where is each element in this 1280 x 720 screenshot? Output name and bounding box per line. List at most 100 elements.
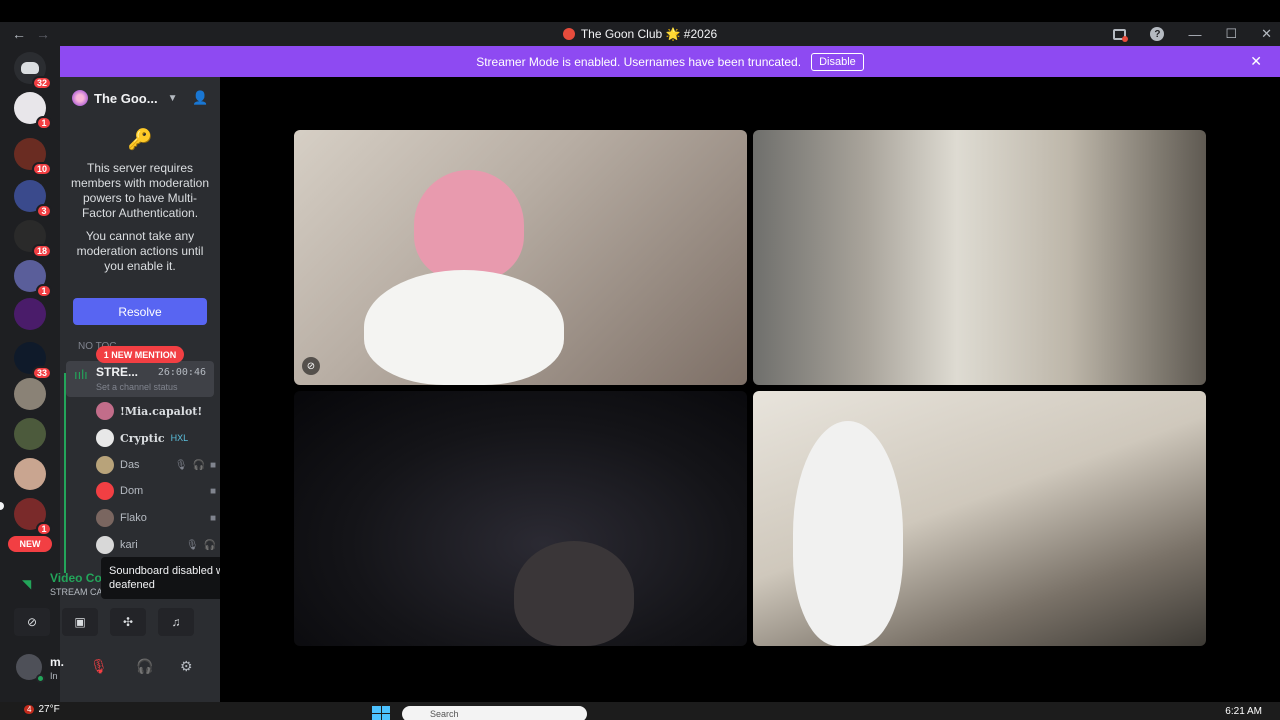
weather-widget[interactable]: 4 27°F — [24, 704, 60, 715]
weather-badge: 4 — [24, 705, 35, 714]
video-tile[interactable] — [753, 130, 1206, 385]
video-tile[interactable] — [753, 391, 1206, 646]
camera-off-button[interactable]: ⊘ — [14, 608, 50, 636]
server-header[interactable]: The Goo... ▼ 👤 — [60, 77, 220, 119]
server-icon-5[interactable]: 1 — [14, 260, 52, 298]
close-icon[interactable]: ✕ — [1250, 53, 1262, 70]
voice-member[interactable]: !Mia.capalot! — [96, 400, 216, 422]
mic-muted-icon[interactable]: 🎙 — [90, 658, 108, 675]
person-figure — [364, 270, 564, 385]
server-icon-4[interactable]: 18 — [14, 220, 52, 258]
new-mention-pill[interactable]: 1 NEW MENTION — [96, 346, 184, 363]
server-icon-9[interactable] — [14, 418, 46, 450]
camera-off-icon: ⊘ — [302, 357, 320, 375]
taskbar-search[interactable]: Search — [402, 706, 587, 720]
new-badge[interactable]: NEW — [8, 536, 52, 552]
discord-logo-icon — [21, 62, 39, 74]
voice-member[interactable]: kari 🎙 🎧 — [96, 534, 216, 556]
person-figure — [514, 541, 634, 646]
server-icon-7[interactable]: 33 — [14, 342, 52, 380]
voice-channel[interactable]: ıılı STRE... 26:00:46 Set a channel stat… — [66, 361, 214, 397]
discord-window: ← → The Goon Club 🌟 #2026 ? — ☐ ✕ 32 1 1… — [0, 0, 1280, 720]
avatar — [96, 456, 114, 474]
channel-status[interactable]: Set a channel status — [96, 382, 178, 392]
camera-icon: ■ — [209, 512, 216, 524]
soundboard-button[interactable]: ♫ — [158, 608, 194, 636]
unread-badge: 1 — [36, 116, 52, 130]
avatar — [96, 482, 114, 500]
member-name: Dom — [120, 485, 144, 497]
minimize-button[interactable]: — — [1188, 27, 1201, 42]
gear-icon[interactable]: ⚙ — [180, 658, 193, 675]
avatar — [96, 536, 114, 554]
close-button[interactable]: ✕ — [1261, 26, 1272, 42]
window-title-text: The Goon Club 🌟 #2026 — [580, 27, 718, 41]
server-icon-1[interactable]: 1 — [14, 92, 52, 130]
unread-badge: 1 — [36, 522, 52, 536]
member-status-icons: ■ — [210, 513, 216, 524]
unread-badge: 10 — [31, 162, 52, 176]
disable-button[interactable]: Disable — [811, 52, 864, 71]
voice-member[interactable]: Dom ■ — [96, 480, 216, 502]
member-name: Flako — [120, 512, 147, 524]
username: m. — [50, 655, 65, 669]
inbox-icon[interactable] — [1113, 28, 1129, 42]
signal-icon[interactable]: ◥ — [22, 577, 31, 591]
deafen-icon: 🎧 — [203, 539, 216, 551]
home-button[interactable]: 32 — [14, 52, 52, 90]
server-icon-10[interactable] — [14, 458, 46, 490]
help-icon[interactable]: ? — [1150, 27, 1165, 41]
mute-icon: 🎙 — [185, 539, 199, 551]
server-icon — [562, 28, 575, 40]
screen-share-button[interactable]: ▣ — [62, 608, 98, 636]
clock[interactable]: 6:21 AM — [1225, 706, 1262, 717]
invite-user-icon[interactable]: 👤 — [192, 90, 208, 106]
member-name: !Mia.capalot! — [120, 404, 203, 418]
start-icon[interactable] — [372, 706, 390, 720]
voice-member[interactable]: Flako ■ — [96, 507, 216, 529]
connection-channel[interactable]: STREAM CA — [50, 587, 103, 597]
server-icon-2[interactable]: 10 — [14, 138, 52, 176]
member-tag: HXL — [170, 433, 189, 443]
resolve-button[interactable]: Resolve — [73, 298, 207, 325]
server-icon-3[interactable]: 3 — [14, 180, 52, 218]
person-figure — [414, 170, 524, 280]
video-tile[interactable]: ⊘ — [294, 130, 747, 385]
selected-pill — [0, 502, 4, 510]
mfa-text: This server requires members with modera… — [70, 161, 210, 220]
member-name: Das — [120, 459, 140, 471]
member-name: Cryptic — [120, 431, 165, 445]
mfa-subtext: You cannot take any moderation actions u… — [76, 229, 204, 273]
window-controls: ? — ☐ ✕ — [1113, 22, 1272, 46]
member-status-icons: 🎙 🎧 — [186, 540, 216, 551]
voice-channel-name: STRE... — [96, 365, 139, 379]
maximize-button[interactable]: ☐ — [1225, 26, 1237, 42]
key-icon: 🔑 — [127, 129, 153, 151]
voice-actions: ⊘ ▣ ✣ ♫ — [14, 608, 206, 636]
person-figure — [793, 421, 903, 646]
avatar — [96, 509, 114, 527]
voice-member[interactable]: Cryptic HXL — [96, 427, 216, 449]
user-panel: m. In 🎙 🎧 ⚙ — [10, 650, 210, 690]
connection-status: Video Co — [50, 571, 102, 585]
window-title: The Goon Club 🌟 #2026 — [0, 22, 1280, 46]
voice-tree-line — [64, 373, 66, 573]
temperature: 27°F — [38, 704, 60, 715]
camera-icon: ■ — [209, 459, 216, 471]
streamer-mode-banner: Streamer Mode is enabled. Usernames have… — [60, 46, 1280, 77]
title-bar: ← → The Goon Club 🌟 #2026 ? — ☐ ✕ — [0, 22, 1280, 46]
server-icon-6[interactable] — [14, 298, 46, 330]
voice-member[interactable]: Das 🎙 🎧 ■ — [96, 454, 216, 476]
unread-badge: 3 — [36, 204, 52, 218]
server-icon-active[interactable]: 1 — [14, 498, 52, 536]
avatar — [96, 402, 114, 420]
member-status-icons: 🎙 🎧 ■ — [175, 460, 216, 471]
user-status: In — [50, 671, 58, 681]
banner-text: Streamer Mode is enabled. Usernames have… — [476, 54, 802, 69]
activities-button[interactable]: ✣ — [110, 608, 146, 636]
headphones-deafened-icon[interactable]: 🎧 — [136, 658, 153, 675]
video-tile[interactable] — [294, 391, 747, 646]
server-icon-8[interactable] — [14, 378, 46, 410]
voice-activity-icon: ıılı — [74, 367, 88, 382]
flower-icon — [72, 90, 88, 106]
